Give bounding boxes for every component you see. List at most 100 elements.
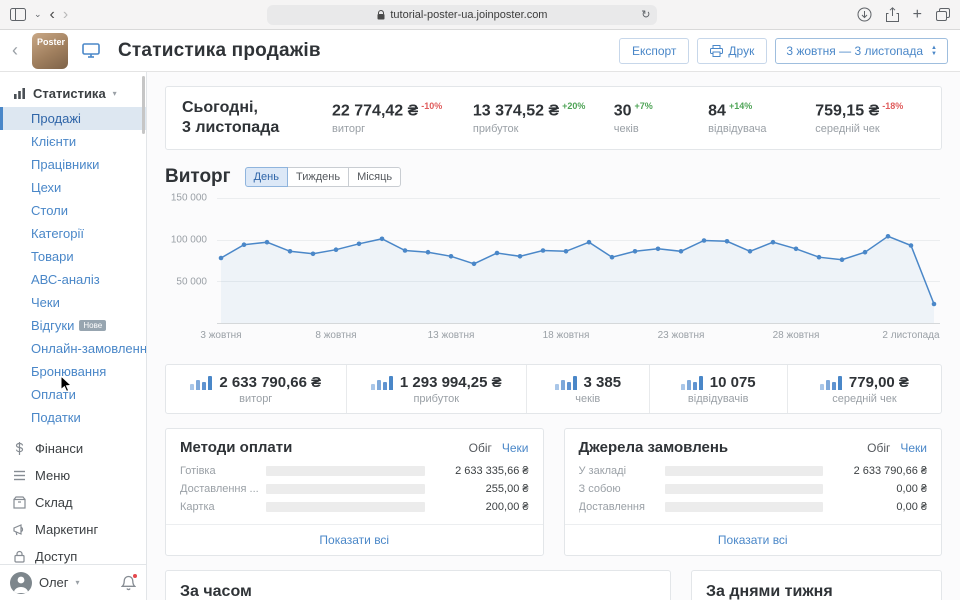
lock-icon [14, 550, 25, 563]
sidebar-section-finance[interactable]: Фінанси [0, 435, 146, 462]
reload-icon[interactable]: ↻ [641, 8, 650, 21]
summary-stat-profit: 13 374,52 ₴ +20% прибуток [472, 101, 586, 135]
share-icon[interactable] [885, 7, 899, 22]
revenue-section-title: Виторг [165, 166, 231, 187]
tab-day[interactable]: День [244, 167, 288, 187]
total-revenue: 2 633 790,66 ₴ виторг [166, 365, 346, 413]
menu-list-icon [14, 470, 25, 481]
forward-icon[interactable]: › [63, 6, 68, 23]
downloads-icon[interactable] [857, 7, 872, 22]
sidebar-scrollbar[interactable] [142, 76, 145, 134]
bar-track [664, 466, 823, 476]
sidebar-section-inventory[interactable]: Склад [0, 489, 146, 516]
show-all-link[interactable]: Показати всі [166, 524, 543, 555]
collapse-chevron-icon[interactable]: ‹ [12, 40, 18, 61]
summary-stat-receipts: 30 +7% чеків [613, 101, 653, 135]
export-button[interactable]: Експорт [618, 37, 690, 64]
bar-track [266, 502, 425, 512]
sidebar-item-tables[interactable]: Столи [0, 199, 146, 222]
user-menu[interactable]: Олег ▾ [0, 564, 146, 600]
bar-chart-icon [14, 88, 25, 99]
payment-row-delivery: Доставлення ... 255,00 ₴ [180, 483, 529, 495]
terminal-monitor-icon[interactable] [82, 43, 100, 58]
delta-badge: -18% [882, 101, 904, 112]
x-axis: 3 жовтня 8 жовтня 13 жовтня 18 жовтня 23 жов… [200, 326, 940, 344]
browser-toolbar: ⌄ ‹ › tutorial-poster-ua.joinposter.com … [0, 0, 960, 30]
sidebar-item-reservations[interactable]: Бронювання [0, 360, 146, 383]
y-axis: 150 000 100 000 50 000 [170, 192, 207, 288]
source-row-takeaway: З собою 0,00 ₴ [578, 483, 928, 495]
sidebar-item-receipts[interactable]: Чеки [0, 291, 146, 314]
payment-methods-card: Методи оплати Обіг Чеки Готівка 2 633 33… [165, 428, 544, 556]
toolbar-chevron-down-icon[interactable]: ⌄ [34, 10, 42, 19]
sidebar-item-abc-analysis[interactable]: АВС-аналіз [0, 268, 146, 291]
sidebar-item-payments[interactable]: Оплати [0, 383, 146, 406]
print-button[interactable]: Друк [697, 37, 768, 64]
sidebar-item-employees[interactable]: Працівники [0, 153, 146, 176]
mini-bar-chart-icon [190, 375, 213, 390]
delta-badge: +20% [562, 101, 586, 112]
x-axis-label: 18 жовтня [542, 330, 590, 341]
toggle-turnover[interactable]: Обіг [867, 441, 890, 455]
delta-badge: +7% [634, 101, 653, 112]
caret-down-icon: ▾ [75, 578, 80, 587]
caret-down-icon: ▾ [112, 89, 117, 98]
url-text: tutorial-poster-ua.joinposter.com [390, 8, 548, 21]
sidebar-item-online-orders[interactable]: Онлайн-замовлення [0, 337, 146, 360]
new-badge: Нове [79, 320, 107, 331]
toggle-turnover[interactable]: Обіг [469, 441, 492, 455]
sidebar-item-reviews[interactable]: Відгуки Нове [0, 314, 146, 337]
x-axis-label: 13 жовтня [427, 330, 475, 341]
sidebar-item-products[interactable]: Товари [0, 245, 146, 268]
summary-stat-revenue: 22 774,42 ₴ -10% виторг [332, 101, 443, 135]
sidebar-item-categories[interactable]: Категорії [0, 222, 146, 245]
today-summary-card: Сьогодні, 3 листопада 22 774,42 ₴ -10% ви… [165, 86, 942, 150]
x-axis-label: 8 жовтня [315, 330, 357, 341]
toggle-receipts[interactable]: Чеки [900, 441, 927, 455]
user-name: Олег [39, 575, 69, 590]
page-title: Статистика продажів [118, 39, 321, 61]
show-all-link[interactable]: Показати всі [564, 524, 941, 555]
address-bar[interactable]: tutorial-poster-ua.joinposter.com ↻ [267, 4, 658, 25]
sidebar-toggle-icon[interactable] [10, 8, 26, 21]
delta-badge: -10% [421, 101, 443, 112]
mini-bar-chart-icon [554, 375, 577, 390]
revenue-line-series [218, 234, 937, 323]
sidebar-section-marketing[interactable]: Маркетинг [0, 516, 146, 543]
period-totals-strip: 2 633 790,66 ₴ виторг 1 293 994,25 ₴ при… [165, 364, 942, 414]
toggle-receipts[interactable]: Чеки [502, 441, 529, 455]
sidebar-item-taxes[interactable]: Податки [0, 406, 146, 429]
x-axis-label: 2 листопада [882, 330, 940, 341]
total-profit: 1 293 994,25 ₴ прибуток [345, 365, 527, 413]
source-row-in-store: У закладі 2 633 790,66 ₴ [578, 465, 928, 477]
date-range-select[interactable]: 3 жовтня — 3 листопада ▲ ▼ [775, 37, 948, 64]
sidebar-item-clients[interactable]: Клієнти [0, 130, 146, 153]
tab-week[interactable]: Тиждень [286, 167, 350, 187]
sidebar-section-menu[interactable]: Меню [0, 462, 146, 489]
avatar [10, 571, 32, 594]
x-axis-label: 3 жовтня [200, 330, 242, 341]
plot-area [217, 198, 940, 324]
revenue-chart: 150 000 100 000 50 000 3 жовтня 8 жовтня 1… [165, 192, 942, 348]
bar-track [664, 484, 823, 494]
bar-track [664, 502, 823, 512]
sidebar-item-sales[interactable]: Продажі [0, 107, 146, 130]
tab-overview-icon[interactable] [936, 8, 950, 21]
mini-bar-chart-icon [680, 375, 703, 390]
mini-bar-chart-icon [370, 375, 393, 390]
sidebar-section-statistics[interactable]: Статистика ▾ [0, 80, 146, 107]
tab-month[interactable]: Місяць [348, 167, 402, 187]
sidebar-section-access[interactable]: Доступ [0, 543, 146, 564]
source-row-delivery: Доставлення 0,00 ₴ [578, 501, 928, 513]
total-receipts: 3 385 чеків [526, 365, 649, 413]
x-axis-label: 23 жовтня [657, 330, 705, 341]
poster-logo[interactable]: Poster [32, 32, 68, 69]
payment-row-card: Картка 200,00 ₴ [180, 501, 529, 513]
sidebar-item-workshops[interactable]: Цехи [0, 176, 146, 199]
order-sources-card: Джерела замовлень Обіг Чеки У закладі 2 … [563, 428, 942, 556]
by-time-card: За часом 200 000 [165, 570, 671, 600]
bar-track [266, 484, 425, 494]
back-icon[interactable]: ‹ [50, 6, 55, 23]
new-tab-icon[interactable]: + [913, 6, 922, 23]
notifications-bell-icon[interactable] [121, 572, 138, 591]
